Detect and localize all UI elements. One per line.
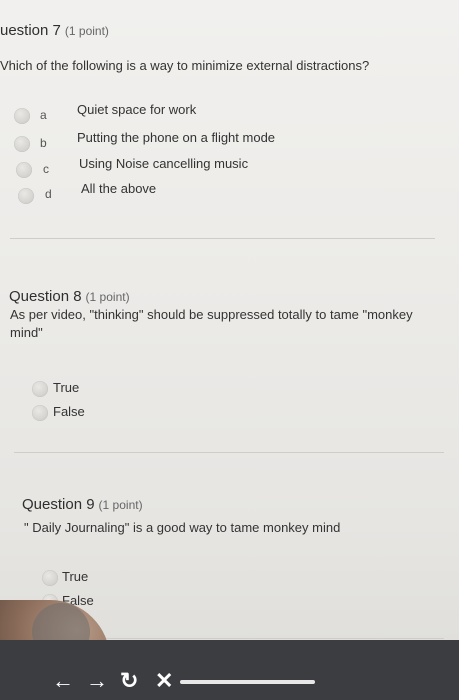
q7-option-d-letter: d (45, 187, 52, 201)
question-8-title: Question 8 (1 point) (9, 288, 130, 305)
forward-arrow-icon[interactable]: → (86, 670, 108, 692)
q9-option-true-label[interactable]: True (62, 569, 88, 584)
q8-option-true[interactable] (32, 379, 48, 399)
question-9-title: Question 9 (1 point) (22, 496, 143, 513)
q7-option-d-label[interactable]: All the above (81, 181, 156, 196)
question-8-text: As per video, "thinking" should be suppr… (10, 307, 413, 340)
url-bar[interactable] (180, 680, 315, 684)
q7-option-a-label[interactable]: Quiet space for work (77, 102, 196, 117)
q9-option-true[interactable] (42, 568, 58, 588)
browser-toolbar: ← → ↻ ✕ (0, 640, 459, 700)
radio-button[interactable] (32, 381, 48, 397)
question-9-text: " Daily Journaling" is a good way to tam… (24, 520, 341, 535)
radio-button[interactable] (14, 108, 30, 124)
q7-option-a[interactable] (14, 106, 30, 126)
back-arrow-icon[interactable]: ← (52, 670, 74, 692)
q7-option-c-letter: c (43, 162, 49, 176)
question-8-points: (1 point) (85, 290, 130, 304)
question-7-title: uestion 7 (1 point) (0, 22, 109, 39)
q7-option-d[interactable] (18, 186, 34, 206)
q7-option-b[interactable] (14, 134, 30, 154)
question-7-text: Vhich of the following is a way to minim… (0, 58, 370, 73)
q7-option-c-label[interactable]: Using Noise cancelling music (79, 156, 248, 171)
radio-button[interactable] (32, 405, 48, 421)
radio-button[interactable] (18, 188, 34, 204)
refresh-icon[interactable]: ↻ (120, 670, 138, 692)
q7-option-a-letter: a (40, 108, 47, 122)
divider (10, 238, 435, 239)
radio-button[interactable] (14, 136, 30, 152)
q7-option-b-letter: b (40, 136, 47, 150)
q8-option-true-label[interactable]: True (53, 380, 79, 395)
radio-button[interactable] (16, 162, 32, 178)
quiz-page: uestion 7 (1 point) Vhich of the followin… (0, 0, 459, 700)
close-icon[interactable]: ✕ (155, 670, 173, 692)
divider (14, 452, 444, 453)
question-8-heading: Question 8 (9, 288, 82, 305)
q7-option-b-label[interactable]: Putting the phone on a flight mode (77, 130, 275, 145)
question-7-heading: uestion 7 (0, 22, 61, 39)
question-9-points: (1 point) (98, 498, 143, 512)
q8-option-false[interactable] (32, 403, 48, 423)
question-9-heading: Question 9 (22, 496, 95, 513)
q8-option-false-label[interactable]: False (53, 404, 85, 419)
radio-button[interactable] (42, 570, 58, 586)
question-7-points: (1 point) (64, 24, 109, 38)
q7-option-c[interactable] (16, 160, 32, 180)
